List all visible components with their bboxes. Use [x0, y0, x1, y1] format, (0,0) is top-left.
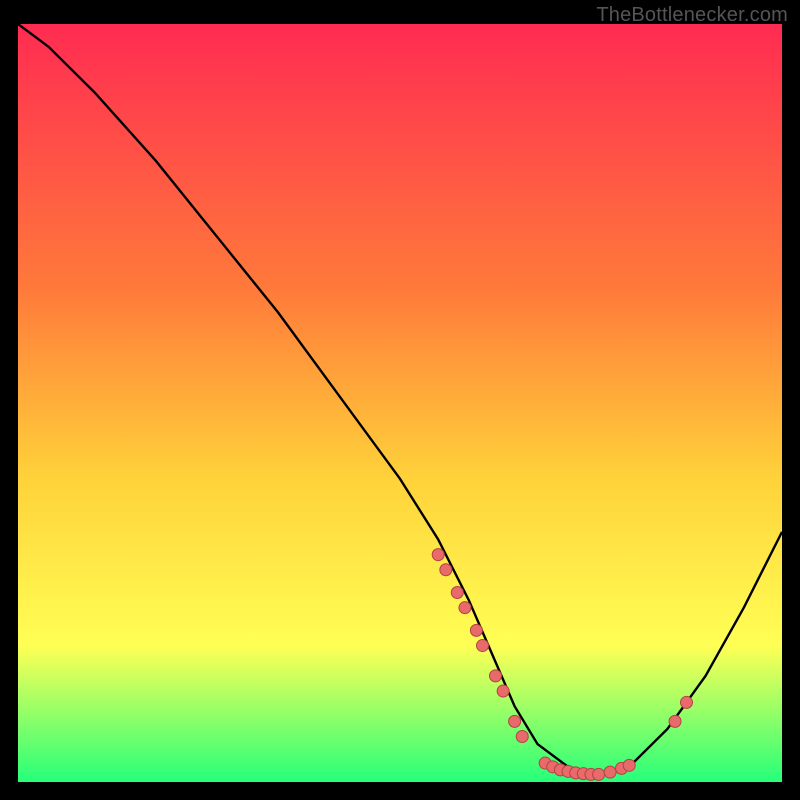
gradient-background — [18, 24, 782, 782]
marker-point — [451, 587, 463, 599]
marker-point — [459, 602, 471, 614]
marker-point — [681, 696, 693, 708]
bottleneck-chart — [18, 24, 782, 782]
marker-point — [440, 564, 452, 576]
marker-point — [623, 759, 635, 771]
plot-area — [18, 24, 782, 782]
marker-point — [516, 731, 528, 743]
marker-point — [470, 624, 482, 636]
marker-point — [432, 549, 444, 561]
marker-point — [490, 670, 502, 682]
marker-point — [509, 715, 521, 727]
marker-point — [604, 766, 616, 778]
marker-point — [477, 640, 489, 652]
marker-point — [497, 685, 509, 697]
marker-point — [593, 768, 605, 780]
chart-frame: TheBottlenecker.com — [0, 0, 800, 800]
marker-point — [669, 715, 681, 727]
attribution-label: TheBottlenecker.com — [596, 4, 788, 27]
